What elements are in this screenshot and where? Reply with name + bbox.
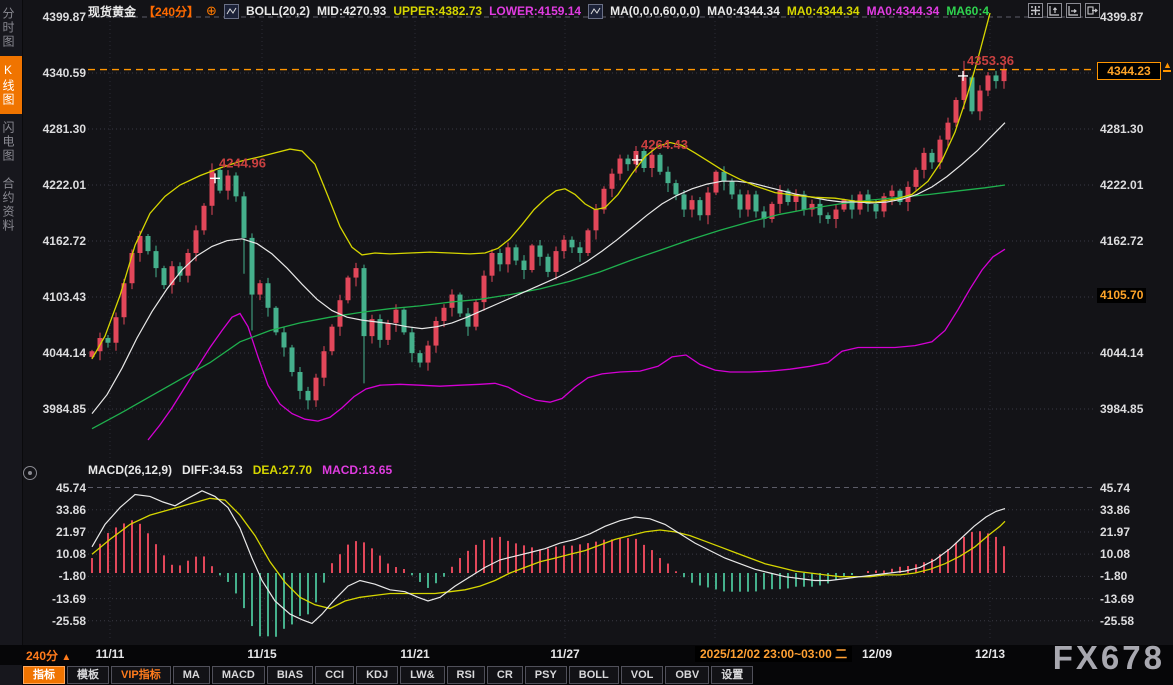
axis-label-right: 4399.87: [1100, 10, 1143, 24]
axis-label-left: 33.86: [22, 503, 86, 517]
axis-label-right: 4044.14: [1100, 346, 1143, 360]
period-up-triangle-icon: ▲: [61, 652, 71, 663]
ma0-white-value: MA0:4344.34: [707, 4, 780, 18]
toolbar-btn-设置[interactable]: 设置: [711, 666, 753, 684]
date-axis: 240分 ▲ 2025/12/02 23:00~03:00 二 11/11 11/…: [0, 645, 1173, 665]
boll-lower-value: LOWER:4159.14: [489, 4, 581, 18]
macd-diff-value: DIFF:34.53: [182, 463, 243, 477]
toolbar-btn-VIP指标[interactable]: VIP指标: [111, 666, 171, 684]
macd-header: MACD(26,12,9) DIFF:34.53 DEA:27.70 MACD:…: [88, 463, 392, 477]
axis-label-left: 4222.01: [22, 178, 86, 192]
toolbar-btn-RSI[interactable]: RSI: [447, 666, 485, 684]
macd-name: MACD(26,12,9): [88, 463, 172, 477]
macd-dea-value: DEA:27.70: [253, 463, 312, 477]
axis-label-left: 4162.72: [22, 234, 86, 248]
axis-label-left: 10.08: [22, 547, 86, 561]
toolbar-btn-KDJ[interactable]: KDJ: [356, 666, 398, 684]
axis-label-left: 4399.87: [22, 10, 86, 24]
toolbar-btn-CCI[interactable]: CCI: [315, 666, 354, 684]
toolbar-btn-BIAS[interactable]: BIAS: [267, 666, 313, 684]
macd-histogram: [92, 520, 1004, 636]
ma60-value: MA60:4: [946, 4, 989, 18]
axis-label-left: 21.97: [22, 525, 86, 539]
toolbar-btn-BOLL[interactable]: BOLL: [569, 666, 619, 684]
axis-label-left: 4044.14: [22, 346, 86, 360]
crosshair-target-icon[interactable]: [23, 466, 37, 480]
candles: [90, 61, 1007, 409]
boll-name: BOLL(20,2): [246, 4, 310, 18]
chart-app: 分时图K线图闪电图合约资料 现货黄金 【240分】 ⊕ BOLL(20,2) M…: [0, 0, 1173, 685]
axis-label-left: 45.74: [22, 481, 86, 495]
axis-label-left: -25.58: [22, 614, 86, 628]
axis-label-right: -25.58: [1100, 614, 1134, 628]
toolbar-btn-VOL[interactable]: VOL: [621, 666, 664, 684]
toolbar-btn-模板[interactable]: 模板: [67, 666, 109, 684]
toolbar-btn-指标[interactable]: 指标: [23, 666, 65, 684]
ma0-magenta-value: MA0:4344.34: [867, 4, 940, 18]
svg-text:4244.96: 4244.96: [219, 155, 266, 170]
axis-label-right: 21.97: [1100, 525, 1130, 539]
secondary-price-label: 4105.70: [1097, 288, 1146, 303]
price-arrow-icon[interactable]: ▲: [1163, 62, 1172, 72]
toolbar-btn-CR[interactable]: CR: [487, 666, 523, 684]
axis-label-right: 3984.85: [1100, 402, 1143, 416]
date-tick: 11/21: [393, 647, 437, 661]
axis-label-left: 4340.59: [22, 66, 86, 80]
axis-label-right: 33.86: [1100, 503, 1130, 517]
axis-label-left: 4281.30: [22, 122, 86, 136]
collapse-right-icon[interactable]: [1085, 3, 1100, 18]
period-label: 【240分】: [143, 3, 199, 20]
grid-move-icon[interactable]: [1028, 3, 1043, 18]
indicator-toolbar: 指标模板VIP指标MAMACDBIASCCIKDJLW&RSICRPSYBOLL…: [22, 665, 1173, 685]
axis-label-left: 3984.85: [22, 402, 86, 416]
date-tick: 11/11: [88, 647, 132, 661]
boll-mid-value: MID:4270.93: [317, 4, 386, 18]
current-price-box: 4344.23: [1097, 62, 1161, 80]
axis-label-right: 4162.72: [1100, 234, 1143, 248]
toolbar-btn-LW&[interactable]: LW&: [400, 666, 444, 684]
date-tick: 11/27: [543, 647, 587, 661]
axis-label-right: 4281.30: [1100, 122, 1143, 136]
ma-indicator-icon[interactable]: [588, 4, 603, 19]
macd-macd-value: MACD:13.65: [322, 463, 392, 477]
axis-label-left: 4103.43: [22, 290, 86, 304]
toolbar-btn-MACD[interactable]: MACD: [212, 666, 265, 684]
link-circle-icon[interactable]: ⊕: [206, 3, 217, 19]
toolbar-btn-OBV[interactable]: OBV: [665, 666, 709, 684]
svg-text:4353.36: 4353.36: [967, 53, 1014, 68]
axis-label-right: 10.08: [1100, 547, 1130, 561]
date-tick: 12/13: [968, 647, 1012, 661]
boll-upper-value: UPPER:4382.73: [393, 4, 482, 18]
chart-canvas[interactable]: 4244.96 4264.43 4353.36: [0, 0, 1173, 685]
axis-label-right: 4222.01: [1100, 178, 1143, 192]
scale-up-icon[interactable]: [1047, 3, 1062, 18]
boll-indicator-icon[interactable]: [224, 4, 239, 19]
axis-label-right: 45.74: [1100, 481, 1130, 495]
session-tooltip: 2025/12/02 23:00~03:00 二: [695, 646, 852, 662]
toolbar-btn-MA[interactable]: MA: [173, 666, 210, 684]
chart-tools: [1028, 3, 1100, 18]
toolbar-btn-PSY[interactable]: PSY: [525, 666, 567, 684]
watermark: FX678: [1053, 639, 1165, 677]
scale-right-icon[interactable]: [1066, 3, 1081, 18]
period-indicator[interactable]: 240分 ▲: [26, 647, 71, 664]
date-tick: 11/15: [240, 647, 284, 661]
chart-header: 现货黄金 【240分】 ⊕ BOLL(20,2) MID:4270.93 UPP…: [88, 2, 989, 20]
axis-label-right: -13.69: [1100, 592, 1134, 606]
ma-name: MA(0,0,0,60,0,0): [610, 4, 700, 18]
symbol-name: 现货黄金: [88, 3, 136, 20]
svg-text:4264.43: 4264.43: [641, 137, 688, 152]
axis-label-left: -13.69: [22, 592, 86, 606]
ma0-yellow-value: MA0:4344.34: [787, 4, 860, 18]
axis-label-left: -1.80: [22, 569, 86, 583]
date-tick: 12/09: [855, 647, 899, 661]
axis-label-right: -1.80: [1100, 569, 1127, 583]
